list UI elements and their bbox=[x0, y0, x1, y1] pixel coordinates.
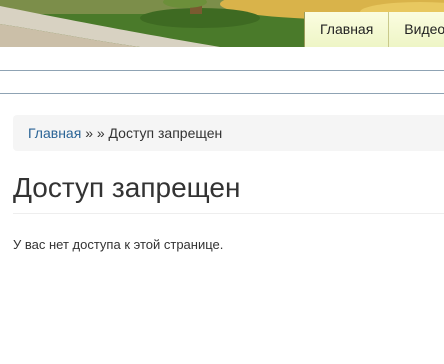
title-divider bbox=[13, 213, 444, 214]
breadcrumb-home-link[interactable]: Главная bbox=[28, 125, 81, 141]
header-divider-bottom bbox=[0, 93, 444, 94]
breadcrumb-separator: » » bbox=[85, 125, 105, 141]
nav-item-home[interactable]: Главная bbox=[304, 12, 389, 47]
site-header: Главная Видео bbox=[0, 0, 444, 47]
access-denied-message: У вас нет доступа к этой странице. bbox=[13, 237, 224, 252]
breadcrumb: Главная » » Доступ запрещен bbox=[13, 115, 444, 151]
header-divider-top bbox=[0, 70, 444, 71]
page-title: Доступ запрещен bbox=[13, 172, 241, 203]
nav-item-video[interactable]: Видео bbox=[388, 12, 444, 47]
main-nav: Главная Видео bbox=[304, 12, 444, 47]
breadcrumb-current: Доступ запрещен bbox=[108, 125, 223, 141]
